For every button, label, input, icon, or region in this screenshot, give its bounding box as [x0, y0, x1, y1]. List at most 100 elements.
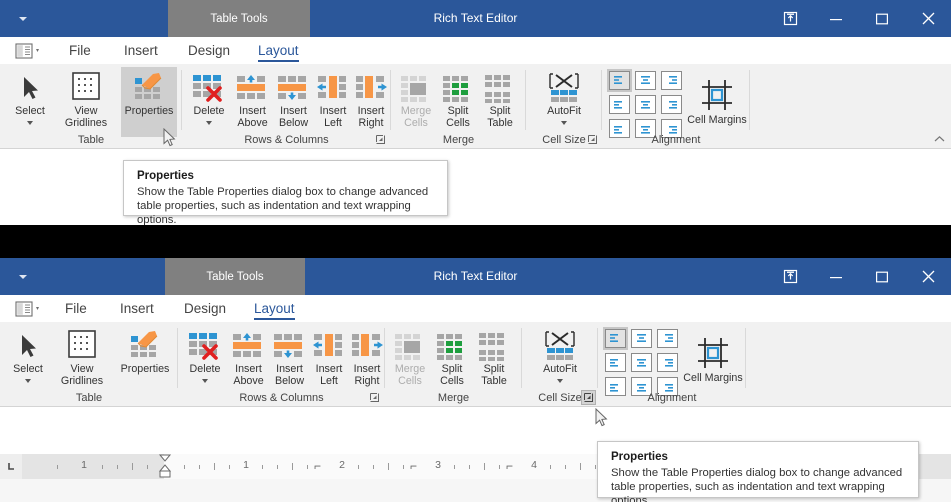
rows-columns-dialog-launcher[interactable]	[367, 390, 382, 405]
align-middle-right-button[interactable]	[661, 95, 682, 114]
button-autofit[interactable]: AutoFit	[535, 67, 593, 125]
ribbon-tabstrip: File Insert Design Layout	[0, 295, 951, 322]
split-table-icon	[483, 67, 517, 103]
close-icon	[922, 270, 934, 283]
document-views-icon[interactable]	[14, 40, 50, 61]
align-middle-right-button[interactable]	[657, 353, 678, 372]
quick-access-dropdown[interactable]	[0, 0, 45, 37]
minimize-button[interactable]	[813, 258, 859, 295]
ruler-tick	[307, 465, 308, 469]
button-insert-above[interactable]: Insert Above	[227, 325, 270, 387]
maximize-button[interactable]	[859, 0, 905, 37]
ruler-tick	[499, 465, 500, 469]
button-insert-right[interactable]: Insert Right	[347, 325, 387, 387]
quick-access-dropdown[interactable]	[0, 258, 45, 295]
button-select[interactable]: Select	[2, 67, 58, 125]
ribbon-display-options-button[interactable]	[767, 0, 813, 37]
align-top-center-button[interactable]	[635, 71, 656, 90]
button-select[interactable]: Select	[0, 325, 56, 383]
align-top-right-button[interactable]	[661, 71, 682, 90]
align-top-left-button[interactable]	[603, 327, 628, 350]
tab-design[interactable]: Design	[181, 37, 237, 64]
button-label: View Gridlines	[60, 363, 104, 387]
button-split-cells[interactable]: Split Cells	[437, 67, 479, 129]
group-label-alignment: Alignment	[651, 134, 701, 146]
ribbon-body-top: Select View Gridlines Properties Table D…	[0, 64, 951, 148]
button-insert-below[interactable]: Insert Below	[268, 325, 311, 387]
align-middle-left-button[interactable]	[605, 353, 626, 372]
button-insert-left[interactable]: Insert Left	[309, 325, 349, 387]
tab-layout[interactable]: Layout	[247, 295, 302, 322]
document-views-icon[interactable]	[14, 298, 50, 319]
left-tab-stop-icon	[7, 463, 14, 470]
tab-insert[interactable]: Insert	[113, 295, 161, 322]
tab-file[interactable]: File	[58, 295, 94, 322]
contextual-tab-table-tools[interactable]: Table Tools	[165, 258, 305, 295]
tab-layout[interactable]: Layout	[251, 37, 306, 64]
tab-stop-marker[interactable]: ⌐	[506, 460, 513, 472]
button-cell-margins[interactable]: Cell Margins	[686, 76, 748, 127]
button-label: Cell Margins	[687, 114, 747, 126]
tab-insert[interactable]: Insert	[117, 37, 165, 64]
button-delete[interactable]: Delete	[181, 325, 229, 383]
tab-stop-marker[interactable]: ⌐	[314, 460, 321, 472]
button-label: Select	[13, 363, 43, 375]
chevron-up-icon	[934, 135, 944, 142]
rows-columns-dialog-launcher[interactable]	[373, 132, 388, 147]
dialog-launcher-icon	[584, 393, 593, 402]
align-middle-left-button[interactable]	[609, 95, 630, 114]
ruler-tick	[102, 465, 103, 469]
ruler-tick	[292, 463, 293, 470]
button-split-table[interactable]: Split Table	[479, 67, 521, 129]
button-cell-margins[interactable]: Cell Margins	[682, 334, 744, 385]
button-label: Insert Above	[233, 363, 264, 387]
minimize-button[interactable]	[813, 0, 859, 37]
button-split-table[interactable]: Split Table	[473, 325, 515, 387]
button-label: Split Cells	[446, 105, 470, 129]
ruler-tick	[373, 465, 374, 469]
button-insert-left[interactable]: Insert Left	[313, 67, 353, 129]
insert-left-icon	[315, 67, 351, 103]
tab-stop-selector[interactable]	[0, 454, 22, 479]
button-split-cells[interactable]: Split Cells	[431, 325, 473, 387]
align-middle-center-button[interactable]	[631, 353, 652, 372]
contextual-tab-table-tools[interactable]: Table Tools	[168, 0, 310, 37]
button-properties[interactable]: Properties	[121, 67, 177, 137]
close-button[interactable]	[905, 258, 951, 295]
button-label: Merge Cells	[394, 363, 426, 387]
delete-cells-icon	[187, 325, 223, 361]
dialog-launcher-icon	[376, 135, 385, 144]
button-merge-cells[interactable]: Merge Cells	[395, 67, 437, 129]
tab-file[interactable]: File	[62, 37, 98, 64]
cell-size-dialog-launcher[interactable]	[585, 132, 600, 147]
button-insert-right[interactable]: Insert Right	[351, 67, 391, 129]
ribbon-bottom: File Insert Design Layout Select View Gr…	[0, 295, 951, 407]
ruler-left-margin-zone	[22, 454, 164, 479]
group-rows-and-columns: Delete Insert Above Insert Below Insert …	[178, 322, 385, 406]
close-button[interactable]	[905, 0, 951, 37]
button-properties[interactable]: Properties	[117, 325, 173, 376]
ribbon-display-options-button[interactable]	[767, 258, 813, 295]
button-view-gridlines[interactable]: View Gridlines	[56, 67, 116, 129]
button-view-gridlines[interactable]: View Gridlines	[52, 325, 112, 387]
dialog-launcher-icon	[588, 135, 597, 144]
tab-stop-marker[interactable]: ⌐	[410, 460, 417, 472]
button-insert-above[interactable]: Insert Above	[231, 67, 274, 129]
button-merge-cells[interactable]: Merge Cells	[389, 325, 431, 387]
align-top-left-button[interactable]	[607, 69, 632, 92]
button-insert-below[interactable]: Insert Below	[272, 67, 315, 129]
tab-design[interactable]: Design	[177, 295, 233, 322]
button-autofit[interactable]: AutoFit	[531, 325, 589, 383]
button-label: Select	[15, 105, 45, 117]
ribbon-display-options-icon	[783, 269, 797, 284]
merge-cells-icon	[399, 67, 433, 103]
button-label: Properties	[120, 363, 170, 375]
ruler-tick	[388, 463, 389, 470]
align-top-right-button[interactable]	[657, 329, 678, 348]
collapse-ribbon-button[interactable]	[931, 131, 947, 147]
button-delete[interactable]: Delete	[185, 67, 233, 125]
maximize-button[interactable]	[859, 258, 905, 295]
cell-size-dialog-launcher[interactable]	[581, 390, 596, 405]
align-top-center-button[interactable]	[631, 329, 652, 348]
align-middle-center-button[interactable]	[635, 95, 656, 114]
